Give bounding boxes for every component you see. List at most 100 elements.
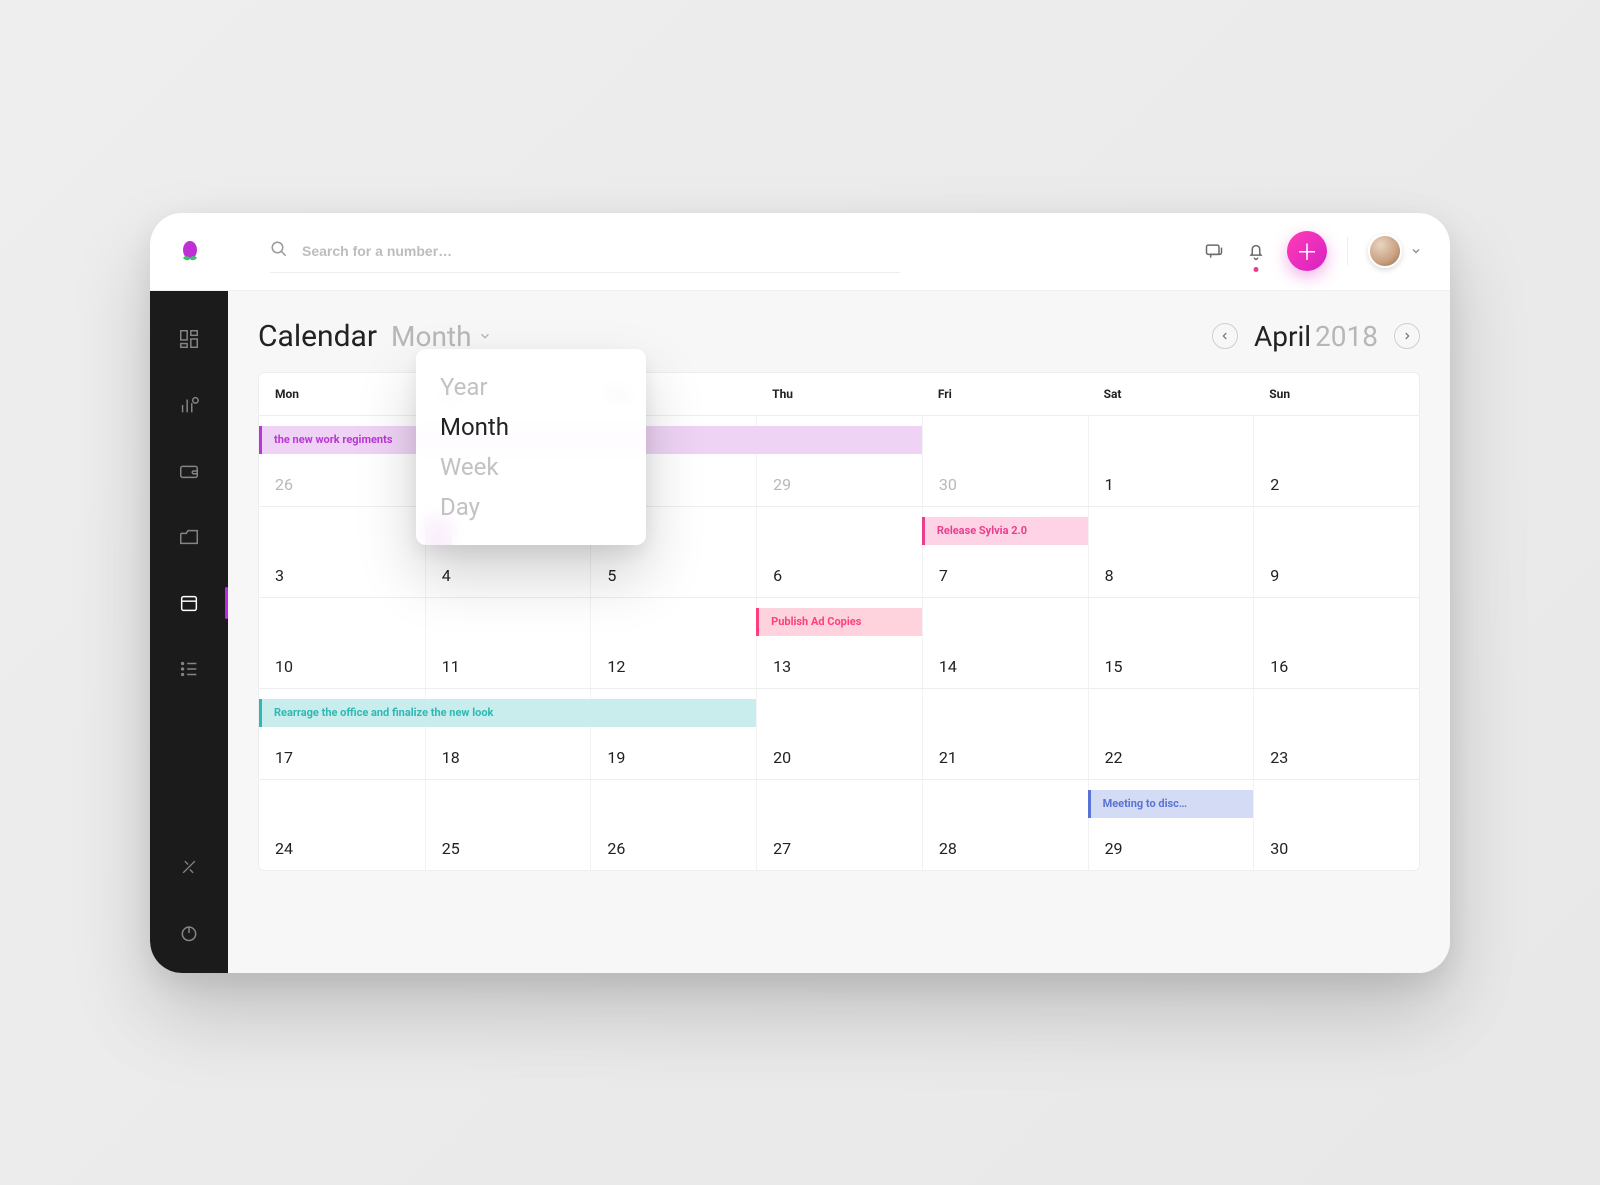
calendar-day-cell[interactable]: 26: [590, 780, 756, 870]
add-button[interactable]: ＋: [1287, 231, 1327, 271]
calendar-day-cell[interactable]: 28: [922, 780, 1088, 870]
calendar-day-cell[interactable]: 9: [1253, 507, 1419, 597]
day-number: 10: [275, 657, 293, 676]
notifications-icon[interactable]: [1245, 240, 1267, 262]
calendar-event[interactable]: Publish Ad Copies: [756, 608, 922, 636]
topbar: ＋: [150, 213, 1450, 291]
day-number: 30: [1270, 839, 1288, 858]
chevron-right-icon: [1402, 331, 1412, 341]
view-selector-label: Month: [391, 320, 471, 353]
sidebar-item-calendar[interactable]: [150, 573, 228, 633]
calendar-day-cell[interactable]: 14: [922, 598, 1088, 688]
calendar-day-cell[interactable]: 16: [1253, 598, 1419, 688]
calendar-week: 10 11 12 13 14 15 16 Publish Ad Copies: [259, 597, 1419, 688]
day-number: 25: [442, 839, 460, 858]
app-logo: [170, 231, 210, 271]
day-number: 13: [773, 657, 791, 676]
notification-dot: [1254, 267, 1259, 272]
day-number: 24: [275, 839, 293, 858]
messages-icon[interactable]: [1203, 240, 1225, 262]
day-number: 18: [442, 748, 460, 767]
sidebar-item-wallet[interactable]: [150, 441, 228, 501]
day-number: 3: [275, 566, 284, 585]
calendar-day-cell[interactable]: 30: [922, 416, 1088, 506]
sidebar-item-analytics[interactable]: [150, 375, 228, 435]
sidebar-item-files[interactable]: [150, 507, 228, 567]
day-number: 1: [1105, 475, 1114, 494]
calendar-day-cell[interactable]: 15: [1088, 598, 1254, 688]
day-number: 2: [1270, 475, 1279, 494]
day-number: 15: [1105, 657, 1123, 676]
calendar-day-cell[interactable]: 2: [1253, 416, 1419, 506]
day-number: 16: [1270, 657, 1288, 676]
search-input[interactable]: [302, 243, 900, 259]
day-number: 20: [773, 748, 791, 767]
month-label: April: [1254, 320, 1311, 353]
day-number: 5: [607, 566, 616, 585]
calendar-week: 17181920212223Rearrage the office and fi…: [259, 688, 1419, 779]
day-number: 19: [607, 748, 625, 767]
day-number: 14: [939, 657, 957, 676]
calendar-day-cell[interactable]: 6: [756, 507, 922, 597]
calendar-day-cell[interactable]: 11: [425, 598, 591, 688]
day-number: 7: [939, 566, 948, 585]
plus-icon: ＋: [1296, 235, 1318, 267]
view-option[interactable]: Day: [416, 487, 646, 527]
calendar-day-cell[interactable]: 27: [756, 780, 922, 870]
day-number: 21: [939, 748, 957, 767]
view-dropdown[interactable]: YearMonthWeekDay: [416, 349, 646, 545]
day-number: 4: [442, 566, 451, 585]
sidebar: [150, 291, 228, 973]
weekday-label: Mon: [259, 373, 425, 415]
calendar-day-cell[interactable]: 3: [259, 507, 425, 597]
page-title: Calendar: [258, 319, 377, 354]
search-icon: [270, 240, 288, 262]
avatar: [1368, 234, 1402, 268]
weekday-label: Sat: [1088, 373, 1254, 415]
view-option[interactable]: Week: [416, 447, 646, 487]
body: Calendar Month April 2018: [150, 291, 1450, 973]
view-option[interactable]: Month: [416, 407, 646, 447]
calendar-day-cell[interactable]: 8: [1088, 507, 1254, 597]
calendar-day-cell[interactable]: 1: [1088, 416, 1254, 506]
day-number: 30: [939, 475, 957, 494]
weekday-label: Thu: [756, 373, 922, 415]
user-menu[interactable]: [1368, 234, 1422, 268]
calendar-day-cell[interactable]: 23: [1253, 689, 1419, 779]
next-month-button[interactable]: [1394, 323, 1420, 349]
weekday-label: Sun: [1253, 373, 1419, 415]
calendar-week: 24252627282930Meeting to disc…: [259, 779, 1419, 870]
month-year-label: April 2018: [1254, 320, 1378, 353]
calendar-event[interactable]: Release Sylvia 2.0: [922, 517, 1088, 545]
chevron-down-icon: [478, 329, 492, 343]
calendar-day-cell[interactable]: 22: [1088, 689, 1254, 779]
calendar-event[interactable]: Rearrage the office and finalize the new…: [259, 699, 756, 727]
calendar-day-cell[interactable]: 24: [259, 780, 425, 870]
calendar-day-cell[interactable]: 30: [1253, 780, 1419, 870]
day-number: 28: [939, 839, 957, 858]
calendar-day-cell[interactable]: 10: [259, 598, 425, 688]
sidebar-item-power[interactable]: [150, 903, 228, 963]
day-number: 8: [1105, 566, 1114, 585]
chevron-down-icon: [1410, 242, 1422, 261]
view-selector[interactable]: Month: [391, 320, 491, 353]
weekday-label: Fri: [922, 373, 1088, 415]
year-label: 2018: [1315, 320, 1378, 353]
prev-month-button[interactable]: [1212, 323, 1238, 349]
calendar-day-cell[interactable]: 21: [922, 689, 1088, 779]
day-number: 11: [442, 657, 460, 676]
day-number: 26: [607, 839, 625, 858]
separator: [1347, 237, 1348, 265]
calendar-event[interactable]: Meeting to disc…: [1088, 790, 1254, 818]
calendar-day-cell[interactable]: 20: [756, 689, 922, 779]
calendar-day-cell[interactable]: 25: [425, 780, 591, 870]
sidebar-item-tasks[interactable]: [150, 639, 228, 699]
calendar-day-cell[interactable]: 12: [590, 598, 756, 688]
view-option[interactable]: Year: [416, 367, 646, 407]
sidebar-item-dashboard[interactable]: [150, 309, 228, 369]
day-number: 6: [773, 566, 782, 585]
day-number: 12: [607, 657, 625, 676]
sidebar-item-settings[interactable]: [150, 837, 228, 897]
search-field[interactable]: [270, 230, 900, 273]
main-content: Calendar Month April 2018: [228, 291, 1450, 973]
